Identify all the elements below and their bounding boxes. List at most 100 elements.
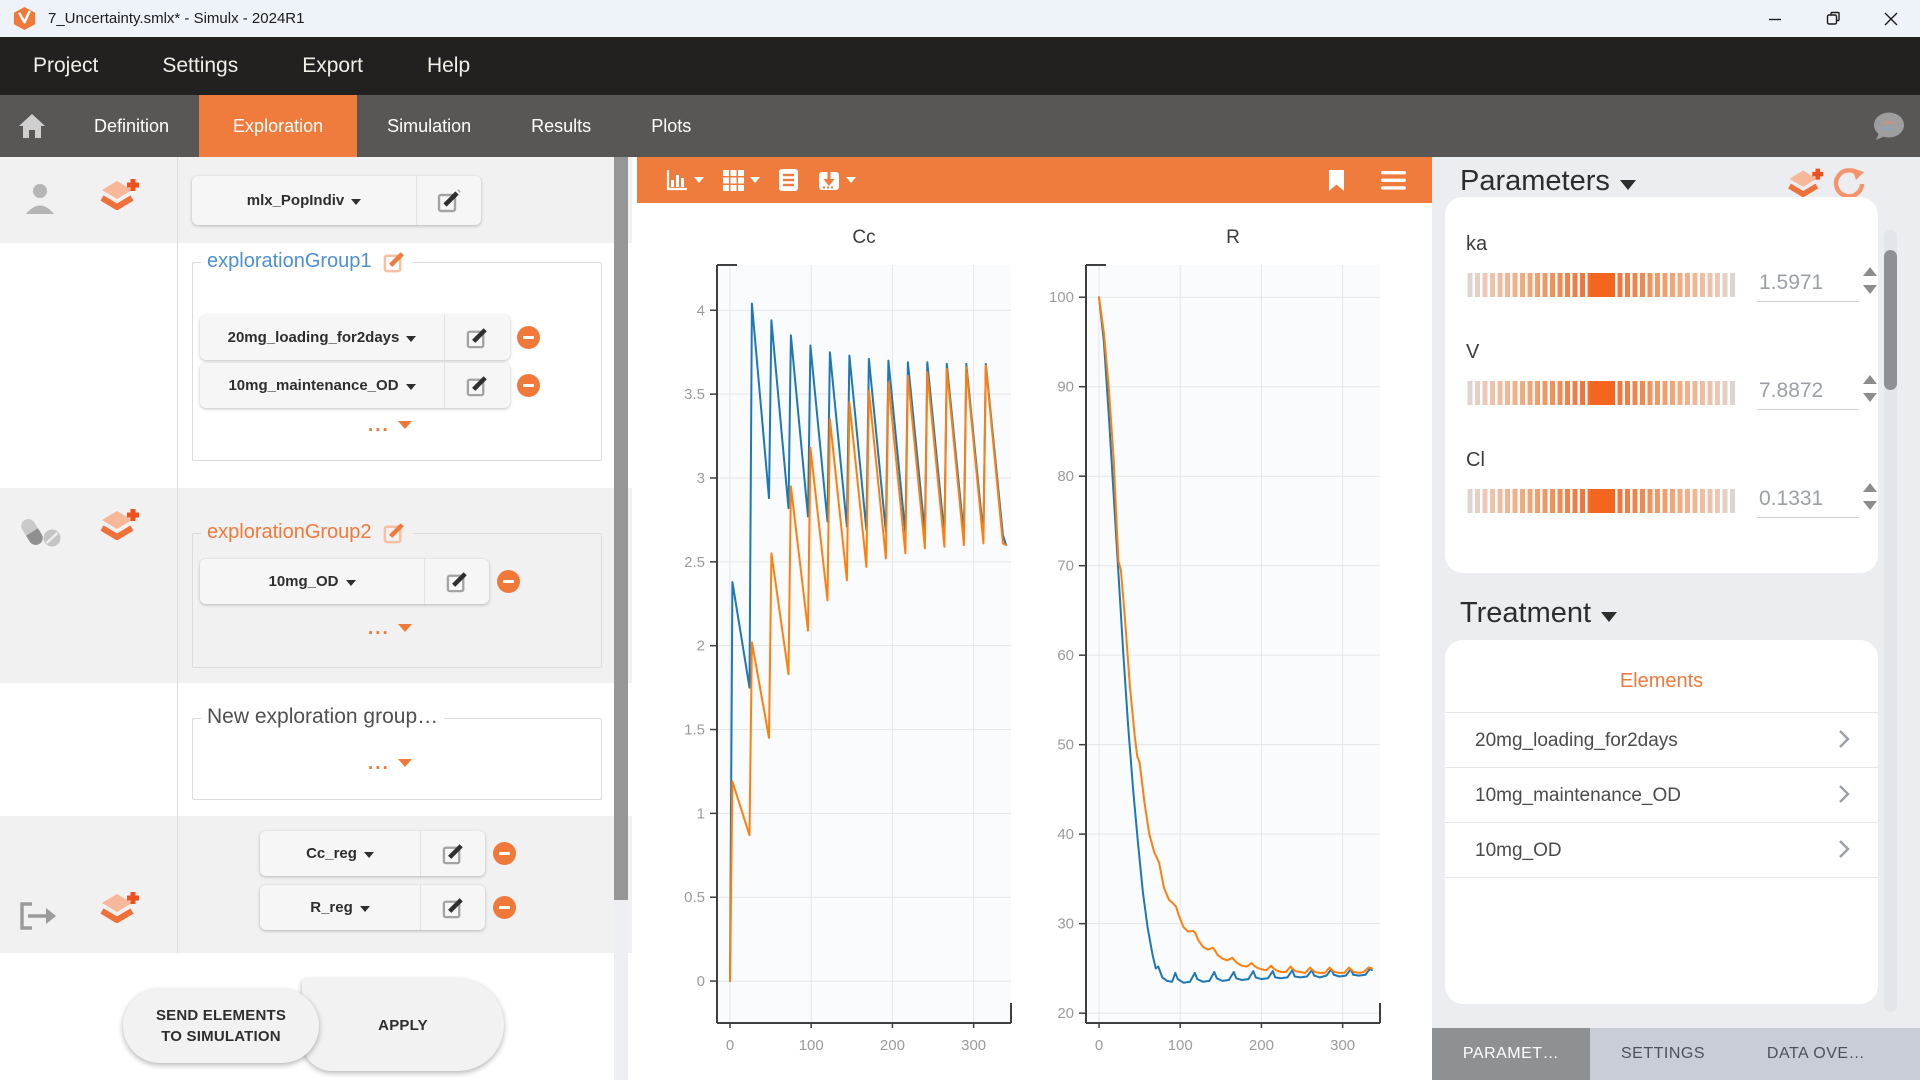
menu-export[interactable]: Export <box>302 54 363 78</box>
plot-download-button[interactable] <box>817 168 856 192</box>
chevron-right-icon <box>1838 784 1850 804</box>
group2-add-element-expander[interactable]: ... <box>368 618 412 640</box>
minimize-button[interactable] <box>1746 0 1804 37</box>
exploration-right-panel: Parameters ka V <box>1432 157 1920 1080</box>
v-value-input[interactable] <box>1757 379 1859 410</box>
model-output-selector: mlx_PopIndiv <box>192 176 481 225</box>
group1-treatment-row1: 20mg_loading_for2days <box>200 315 510 360</box>
maximize-button[interactable] <box>1804 0 1862 37</box>
footer-tab-parameters[interactable]: PARAMET… <box>1432 1028 1590 1080</box>
menu-project[interactable]: Project <box>33 54 98 78</box>
exploration-group1-section: explorationGroup1 20mg_loading_for2days <box>0 243 632 488</box>
remove-group1-treatment2-button[interactable] <box>517 374 540 397</box>
plot-toolbar <box>637 157 1432 203</box>
add-treatment-element-icon[interactable] <box>96 505 142 551</box>
tab-results[interactable]: Results <box>501 95 621 157</box>
plot-type-button[interactable] <box>665 168 704 192</box>
group1-treatment2-edit-button[interactable] <box>444 363 510 408</box>
plot-layout-button[interactable] <box>722 169 760 192</box>
grid-layout-icon <box>722 169 745 192</box>
menu-bar: Project Settings Export Help <box>0 37 1920 95</box>
footer-tab-settings[interactable]: SETTINGS <box>1590 1028 1736 1080</box>
feedback-chat-button[interactable] <box>1870 111 1906 148</box>
menu-settings[interactable]: Settings <box>162 54 238 78</box>
tab-exploration[interactable]: Exploration <box>199 95 357 157</box>
cl-decrement-button[interactable] <box>1863 501 1877 510</box>
output-cc-edit-button[interactable] <box>420 831 485 876</box>
treatment-element-row[interactable]: 10mg_maintenance_OD <box>1445 768 1878 822</box>
cl-increment-button[interactable] <box>1863 483 1877 492</box>
send-to-simulation-button[interactable]: SEND ELEMENTS TO SIMULATION <box>123 989 319 1063</box>
plot-canvas: 00.511.522.533.540100200300Cc 2030405060… <box>637 203 1432 1080</box>
group2-treatment-row1: 10mg_OD <box>200 559 489 604</box>
bookmark-icon[interactable] <box>1328 169 1345 192</box>
ka-slider[interactable] <box>1465 273 1737 297</box>
v-increment-button[interactable] <box>1863 375 1877 384</box>
svg-text:2.5: 2.5 <box>684 554 705 571</box>
chevron-down-icon <box>346 580 356 586</box>
remove-group1-treatment1-button[interactable] <box>517 326 540 349</box>
output-r-edit-button[interactable] <box>420 885 485 930</box>
group1-treatment2-dropdown[interactable]: 10mg_maintenance_OD <box>200 363 444 408</box>
new-group-add-expander[interactable]: ... <box>368 753 412 775</box>
tab-definition[interactable]: Definition <box>64 95 199 157</box>
actions-section: APPLY SEND ELEMENTS TO SIMULATION <box>0 953 632 1080</box>
exploration-group2-section: explorationGroup2 10mg_OD <box>0 488 632 683</box>
outputs-section: Cc_reg R_reg <box>0 816 632 953</box>
model-output-dropdown[interactable]: mlx_PopIndiv <box>192 176 416 225</box>
model-section: mlx_PopIndiv <box>0 157 632 243</box>
parameters-header[interactable]: Parameters <box>1460 165 1636 198</box>
chevron-down-icon <box>398 421 412 429</box>
param-row-cl: Cl <box>1445 449 1878 559</box>
ka-decrement-button[interactable] <box>1863 285 1877 294</box>
chart-type-icon <box>665 168 689 192</box>
group1-treatment-row2: 10mg_maintenance_OD <box>200 363 510 408</box>
svg-text:70: 70 <box>1057 558 1074 575</box>
menu-help[interactable]: Help <box>427 54 470 78</box>
model-output-edit-button[interactable] <box>416 176 481 225</box>
plot-legend-button[interactable] <box>778 168 799 192</box>
treatment-element-row[interactable]: 20mg_loading_for2days <box>1445 713 1878 767</box>
list-icon <box>778 168 799 192</box>
sidebar-divider <box>177 157 178 953</box>
add-individual-element-icon[interactable] <box>96 175 142 221</box>
remove-output-r-button[interactable] <box>493 896 516 919</box>
output-cc-dropdown[interactable]: Cc_reg <box>260 831 420 876</box>
footer-tab-data-overview[interactable]: DATA OVE… <box>1736 1028 1896 1080</box>
tab-simulation[interactable]: Simulation <box>357 95 501 157</box>
remove-group2-treatment1-button[interactable] <box>497 570 520 593</box>
add-output-element-icon[interactable] <box>96 888 142 934</box>
treatment-element-row[interactable]: 10mg_OD <box>1445 823 1878 877</box>
chevron-down-icon <box>846 177 856 183</box>
close-button[interactable] <box>1862 0 1920 37</box>
ka-slider-handle[interactable] <box>1590 273 1615 297</box>
group1-add-element-expander[interactable]: ... <box>368 415 412 437</box>
treatment-card: Elements 20mg_loading_for2days 10mg_main… <box>1445 640 1878 1004</box>
chevron-down-icon <box>351 199 361 205</box>
treatment-elements-tab[interactable]: Elements <box>1445 670 1878 693</box>
right-panel-scrollbar-thumb[interactable] <box>1884 250 1897 390</box>
treatment-header[interactable]: Treatment <box>1460 597 1617 630</box>
rename-group2-icon[interactable] <box>382 520 407 545</box>
edit-icon <box>445 569 470 594</box>
home-button[interactable] <box>0 95 64 157</box>
apply-button[interactable]: APPLY <box>302 979 504 1071</box>
hamburger-menu-icon[interactable] <box>1381 171 1406 190</box>
ka-increment-button[interactable] <box>1863 267 1877 276</box>
group2-treatment1-edit-button[interactable] <box>424 559 489 604</box>
remove-output-cc-button[interactable] <box>493 842 516 865</box>
cl-value-input[interactable] <box>1757 487 1859 518</box>
ka-value-input[interactable] <box>1757 271 1859 302</box>
group1-treatment1-edit-button[interactable] <box>444 315 510 360</box>
group2-treatment1-dropdown[interactable]: 10mg_OD <box>200 559 424 604</box>
v-slider[interactable] <box>1465 381 1737 405</box>
v-decrement-button[interactable] <box>1863 393 1877 402</box>
rename-group1-icon[interactable] <box>382 249 407 274</box>
sidebar-scrollbar-thumb[interactable] <box>614 157 628 900</box>
tab-plots[interactable]: Plots <box>621 95 721 157</box>
group1-treatment1-dropdown[interactable]: 20mg_loading_for2days <box>200 315 444 360</box>
v-slider-handle[interactable] <box>1590 381 1615 405</box>
cl-slider-handle[interactable] <box>1590 489 1615 513</box>
output-r-dropdown[interactable]: R_reg <box>260 885 420 930</box>
cl-slider[interactable] <box>1465 489 1737 513</box>
